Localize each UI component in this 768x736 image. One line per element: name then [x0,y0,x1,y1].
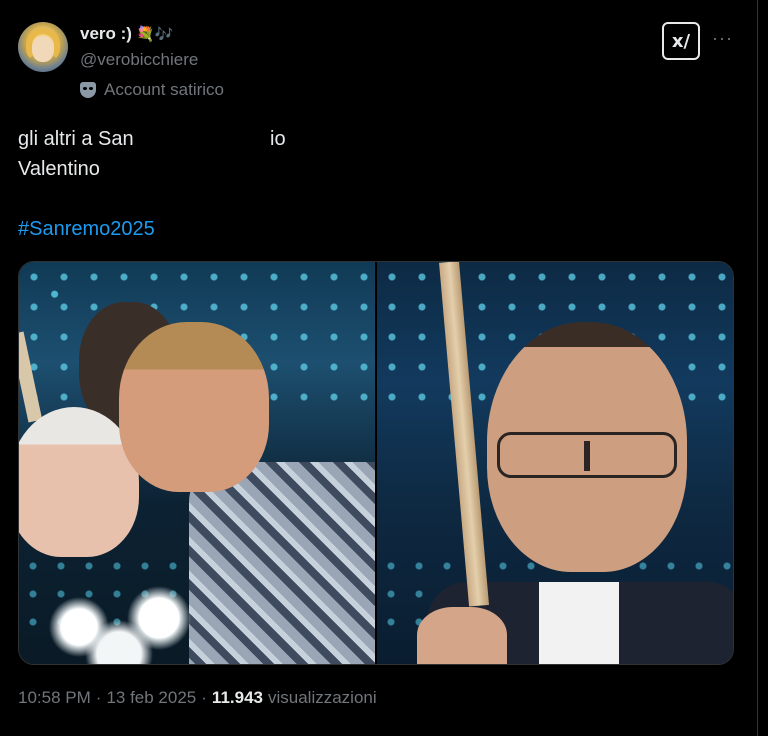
media-image-left[interactable] [19,262,375,664]
flower-bouquet [19,582,219,664]
tweet-text-line1-right: io [270,128,286,150]
separator-dot: · [95,688,102,707]
divider [757,0,758,736]
hand [417,607,507,664]
theater-mask-icon [80,82,96,98]
author-name[interactable]: vero :) 💐🎶 [80,24,173,44]
man-figure [119,322,269,492]
media-image-right[interactable] [377,262,733,664]
views-label: visualizzazioni [267,688,377,707]
tweet-text-line2: Valentino [18,158,100,180]
tweet-date[interactable]: 13 feb 2025 [106,688,196,708]
tweet-time[interactable]: 10:58 PM [18,688,91,708]
tweet-meta: 10:58 PM · 13 feb 2025 · 11.943 visualiz… [18,688,377,708]
views-count: 11.943 [211,688,263,707]
account-label-text: Account satirico [104,80,224,99]
more-options-icon[interactable]: ··· [712,28,733,49]
avatar[interactable] [18,22,68,72]
avatar-face [32,36,54,62]
account-label: Account satirico [80,80,224,100]
hashtag-link[interactable]: #Sanremo2025 [18,218,155,241]
name-emoji: 💐🎶 [135,26,174,43]
display-name[interactable]: vero :) [80,24,132,44]
author-handle[interactable]: @verobicchiere [80,50,198,70]
tweet: vero :) 💐🎶 @verobicchiere Account satiri… [0,0,768,736]
glasses [497,432,677,478]
tweet-media[interactable] [18,261,734,665]
grok-button[interactable]: x/ [662,22,700,60]
separator-dot: · [201,688,207,707]
tweet-text-line1-left: gli altri a San [18,128,134,150]
